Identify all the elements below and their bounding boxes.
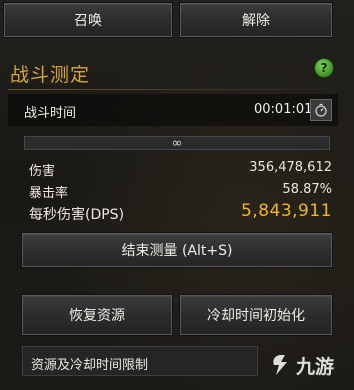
section-title: 战斗测定 xyxy=(10,64,91,86)
damage-value: 356,478,612 xyxy=(249,160,332,175)
help-icon[interactable]: ? xyxy=(314,58,334,78)
watermark-text: 九游 xyxy=(296,355,335,378)
damage-label: 伤害 xyxy=(29,164,56,179)
watermark-icon xyxy=(273,355,287,375)
battle-time-label: 战斗时间 xyxy=(24,106,77,121)
dps-value: 5,843,911 xyxy=(240,201,332,221)
dismiss-button[interactable]: 解除 xyxy=(180,3,332,37)
duration-bar[interactable]: ∞ xyxy=(24,136,330,150)
infinity-label: ∞ xyxy=(171,135,183,151)
stopwatch-icon[interactable] xyxy=(310,99,332,121)
crit-rate-label: 暴击率 xyxy=(29,186,69,201)
summon-button[interactable]: 召唤 xyxy=(4,3,172,37)
crit-rate-value: 58.87% xyxy=(282,182,332,197)
battle-time-value: 00:01:01 xyxy=(254,102,313,117)
battle-time-row: 战斗时间 00:01:01 xyxy=(8,94,338,126)
watermark-logo: 九游 xyxy=(270,350,334,380)
dps-label: 每秒伤害(DPS) xyxy=(29,207,125,223)
title-divider xyxy=(8,89,338,90)
restore-resources-button[interactable]: 恢复资源 xyxy=(22,295,172,335)
cooldown-reset-button[interactable]: 冷却时间初始化 xyxy=(180,295,332,335)
resource-cooldown-limit-toggle[interactable]: 资源及冷却时间限制 xyxy=(22,346,258,376)
limit-label: 资源及冷却时间限制 xyxy=(31,358,149,373)
end-measure-button[interactable]: 结束测量 (Alt+S) xyxy=(22,233,332,267)
